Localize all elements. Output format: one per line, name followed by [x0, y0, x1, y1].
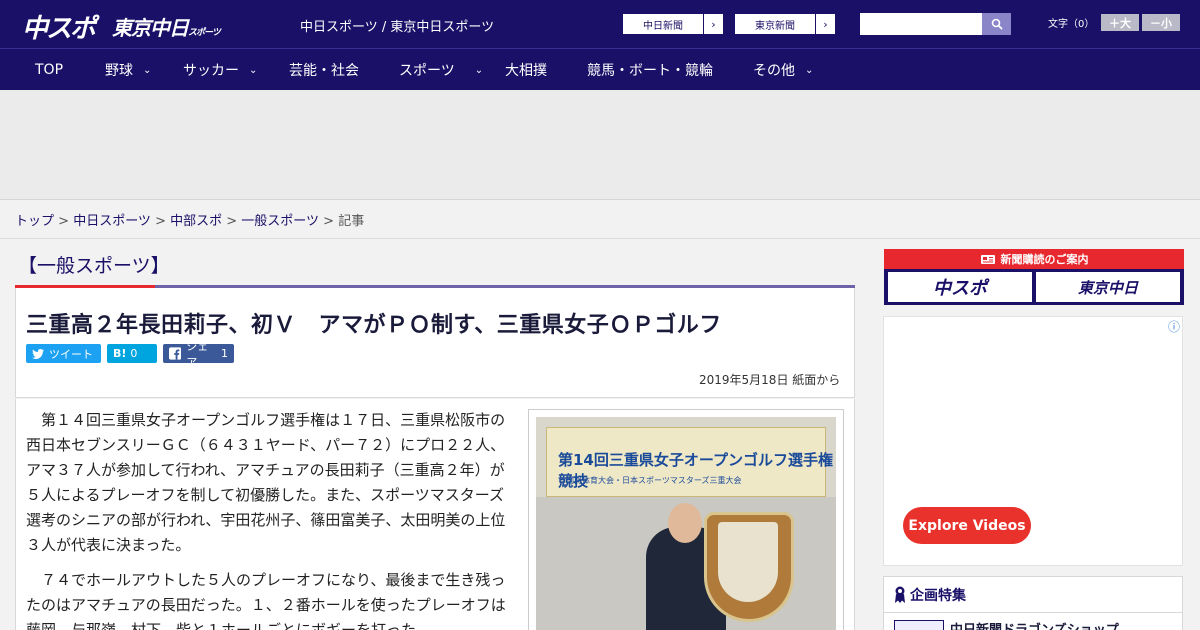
breadcrumb-separator: >: [150, 214, 171, 229]
article-photo[interactable]: 第14回三重県女子オープンゴルフ選手権競技 国民体育大会・日本スポーツマスターズ…: [536, 417, 836, 630]
nav-item-sumo[interactable]: 大相撲: [505, 49, 547, 91]
tweet-label: ツイート: [49, 347, 93, 361]
article-dateline: 2019年5月18日 紙面から: [699, 373, 841, 387]
hatena-bookmark-button[interactable]: B! 0: [107, 344, 157, 363]
nav-label: 野球: [105, 63, 133, 79]
chevron-down-icon: ⌄: [143, 64, 152, 76]
nav-item-baseball[interactable]: 野球 ⌄: [105, 49, 151, 91]
nav-label: TOP: [35, 62, 64, 78]
breadcrumb-link-general-sports[interactable]: 一般スポーツ: [241, 214, 319, 229]
chunichi-shimbun-link[interactable]: 中日新聞 ›: [622, 13, 724, 35]
ribbon-icon: [895, 586, 905, 603]
top-header: 中スポ 東京中日スポーツ 中日スポーツ / 東京中日スポーツ 中日新聞 › 東京…: [0, 0, 1200, 48]
facebook-share-button[interactable]: シェア 1: [163, 340, 234, 369]
font-larger-button[interactable]: ＋大: [1101, 14, 1139, 31]
article-paragraph: ７４でホールアウトした５人のプレーオフになり、最後まで生き残ったのはアマチュアの…: [26, 571, 506, 630]
category-heading: 【一般スポーツ】: [18, 255, 170, 277]
feature-panel-title: 企画特集: [894, 585, 966, 605]
chevron-right-icon: ›: [815, 14, 835, 34]
chevron-down-icon: ⌄: [249, 64, 258, 76]
facebook-share-count: 1: [221, 347, 228, 360]
breadcrumb-divider: [0, 238, 1200, 239]
header-accent-red: [15, 285, 155, 288]
newspaper-icon: [980, 254, 995, 264]
hatena-count: 0: [130, 347, 138, 360]
twitter-icon: [32, 348, 44, 359]
nav-label: 大相撲: [505, 63, 547, 79]
feature-item-link[interactable]: 中日新聞ドラゴンズショップ: [950, 619, 1119, 630]
chevron-down-icon: ⌄: [805, 64, 814, 76]
nav-item-sports[interactable]: スポーツ ⌄: [399, 49, 483, 91]
breadcrumb-separator: >: [54, 214, 74, 229]
nav-label: サッカー: [183, 63, 239, 79]
search-input[interactable]: [860, 13, 982, 35]
font-smaller-button[interactable]: －小: [1142, 14, 1180, 31]
breadcrumb: トップ > 中日スポーツ > 中部スポ > 一般スポーツ > 記事: [15, 210, 364, 229]
tokyo-logo-small: スポーツ: [188, 28, 221, 38]
site-title[interactable]: 中日スポーツ / 東京中日スポーツ: [300, 16, 494, 35]
header-accent-purple: [155, 285, 855, 288]
nav-item-entertainment[interactable]: 芸能・社会: [289, 49, 359, 91]
article-headline: 三重高２年長田莉子、初Ｖ アマがＰＯ制す、三重県女子ＯＰゴルフ: [26, 313, 722, 338]
tokyo-chunichi-logo[interactable]: 東京中日スポーツ: [112, 12, 221, 41]
chevron-down-icon: ⌄: [474, 64, 484, 76]
explore-videos-button[interactable]: Explore Videos: [903, 507, 1031, 544]
article-paragraph: 第１４回三重県女子オープンゴルフ選手権は１７日、三重県松阪市の西日本セブンスリー…: [26, 411, 506, 554]
trophy-shield-inner: [718, 522, 778, 602]
promo-title-text: 新聞購読のご案内: [1000, 253, 1089, 266]
breadcrumb-link-top[interactable]: トップ: [15, 214, 54, 229]
search-button[interactable]: [982, 13, 1011, 35]
tweet-button[interactable]: ツイート: [26, 344, 101, 363]
photo-banner-subtitle: 国民体育大会・日本スポーツマスターズ三重大会: [566, 476, 742, 485]
nav-item-top[interactable]: TOP: [35, 49, 63, 91]
nav-item-other[interactable]: その他 ⌄: [753, 49, 813, 91]
nav-label: 競馬・ボート・競輪: [587, 63, 713, 79]
nav-label: 芸能・社会: [289, 63, 359, 79]
breadcrumb-link-chunichi-sports[interactable]: 中日スポーツ: [73, 214, 151, 229]
nav-item-soccer[interactable]: サッカー ⌄: [183, 49, 257, 91]
nav-label: スポーツ: [399, 63, 455, 79]
font-size-label: 文字（0）: [1048, 19, 1095, 30]
chuspo-logo[interactable]: 中スポ: [22, 8, 96, 45]
nav-label: その他: [753, 63, 795, 79]
breadcrumb-separator: >: [319, 214, 339, 229]
facebook-share-label: シェア: [186, 339, 209, 369]
tokyo-logo-main: 東京中日: [112, 16, 189, 40]
promo-chuspo-link[interactable]: 中スポ: [888, 272, 1032, 302]
main-nav: TOP 野球 ⌄ サッカー ⌄ 芸能・社会 スポーツ ⌄ 大相撲 競馬・ボート・競輪 …: [0, 48, 1200, 90]
promo-tokyo-chunichi-link[interactable]: 東京中日: [1036, 272, 1180, 302]
nav-item-racing[interactable]: 競馬・ボート・競輪: [587, 49, 713, 91]
feature-panel-title-text: 企画特集: [910, 588, 966, 604]
hatena-icon: B!: [113, 347, 127, 360]
ext-link-label: 中日新聞: [643, 20, 683, 32]
facebook-icon: [169, 347, 182, 360]
breadcrumb-link-chubu-spo[interactable]: 中部スポ: [170, 214, 222, 229]
ext-link-label: 東京新聞: [755, 20, 795, 32]
search-icon: [991, 18, 1003, 30]
photo-face: [668, 503, 702, 543]
info-icon[interactable]: ⓘ: [1168, 318, 1180, 335]
subscription-promo-title: 新聞購読のご案内: [884, 249, 1184, 269]
tokyo-shimbun-link[interactable]: 東京新聞 ›: [734, 13, 836, 35]
feature-panel-divider: [884, 612, 1182, 613]
breadcrumb-current: 記事: [338, 214, 365, 229]
top-ad-slot: [0, 90, 1200, 200]
breadcrumb-separator: >: [222, 214, 242, 229]
feature-thumbnail[interactable]: [894, 620, 944, 630]
chevron-right-icon: ›: [703, 14, 723, 34]
